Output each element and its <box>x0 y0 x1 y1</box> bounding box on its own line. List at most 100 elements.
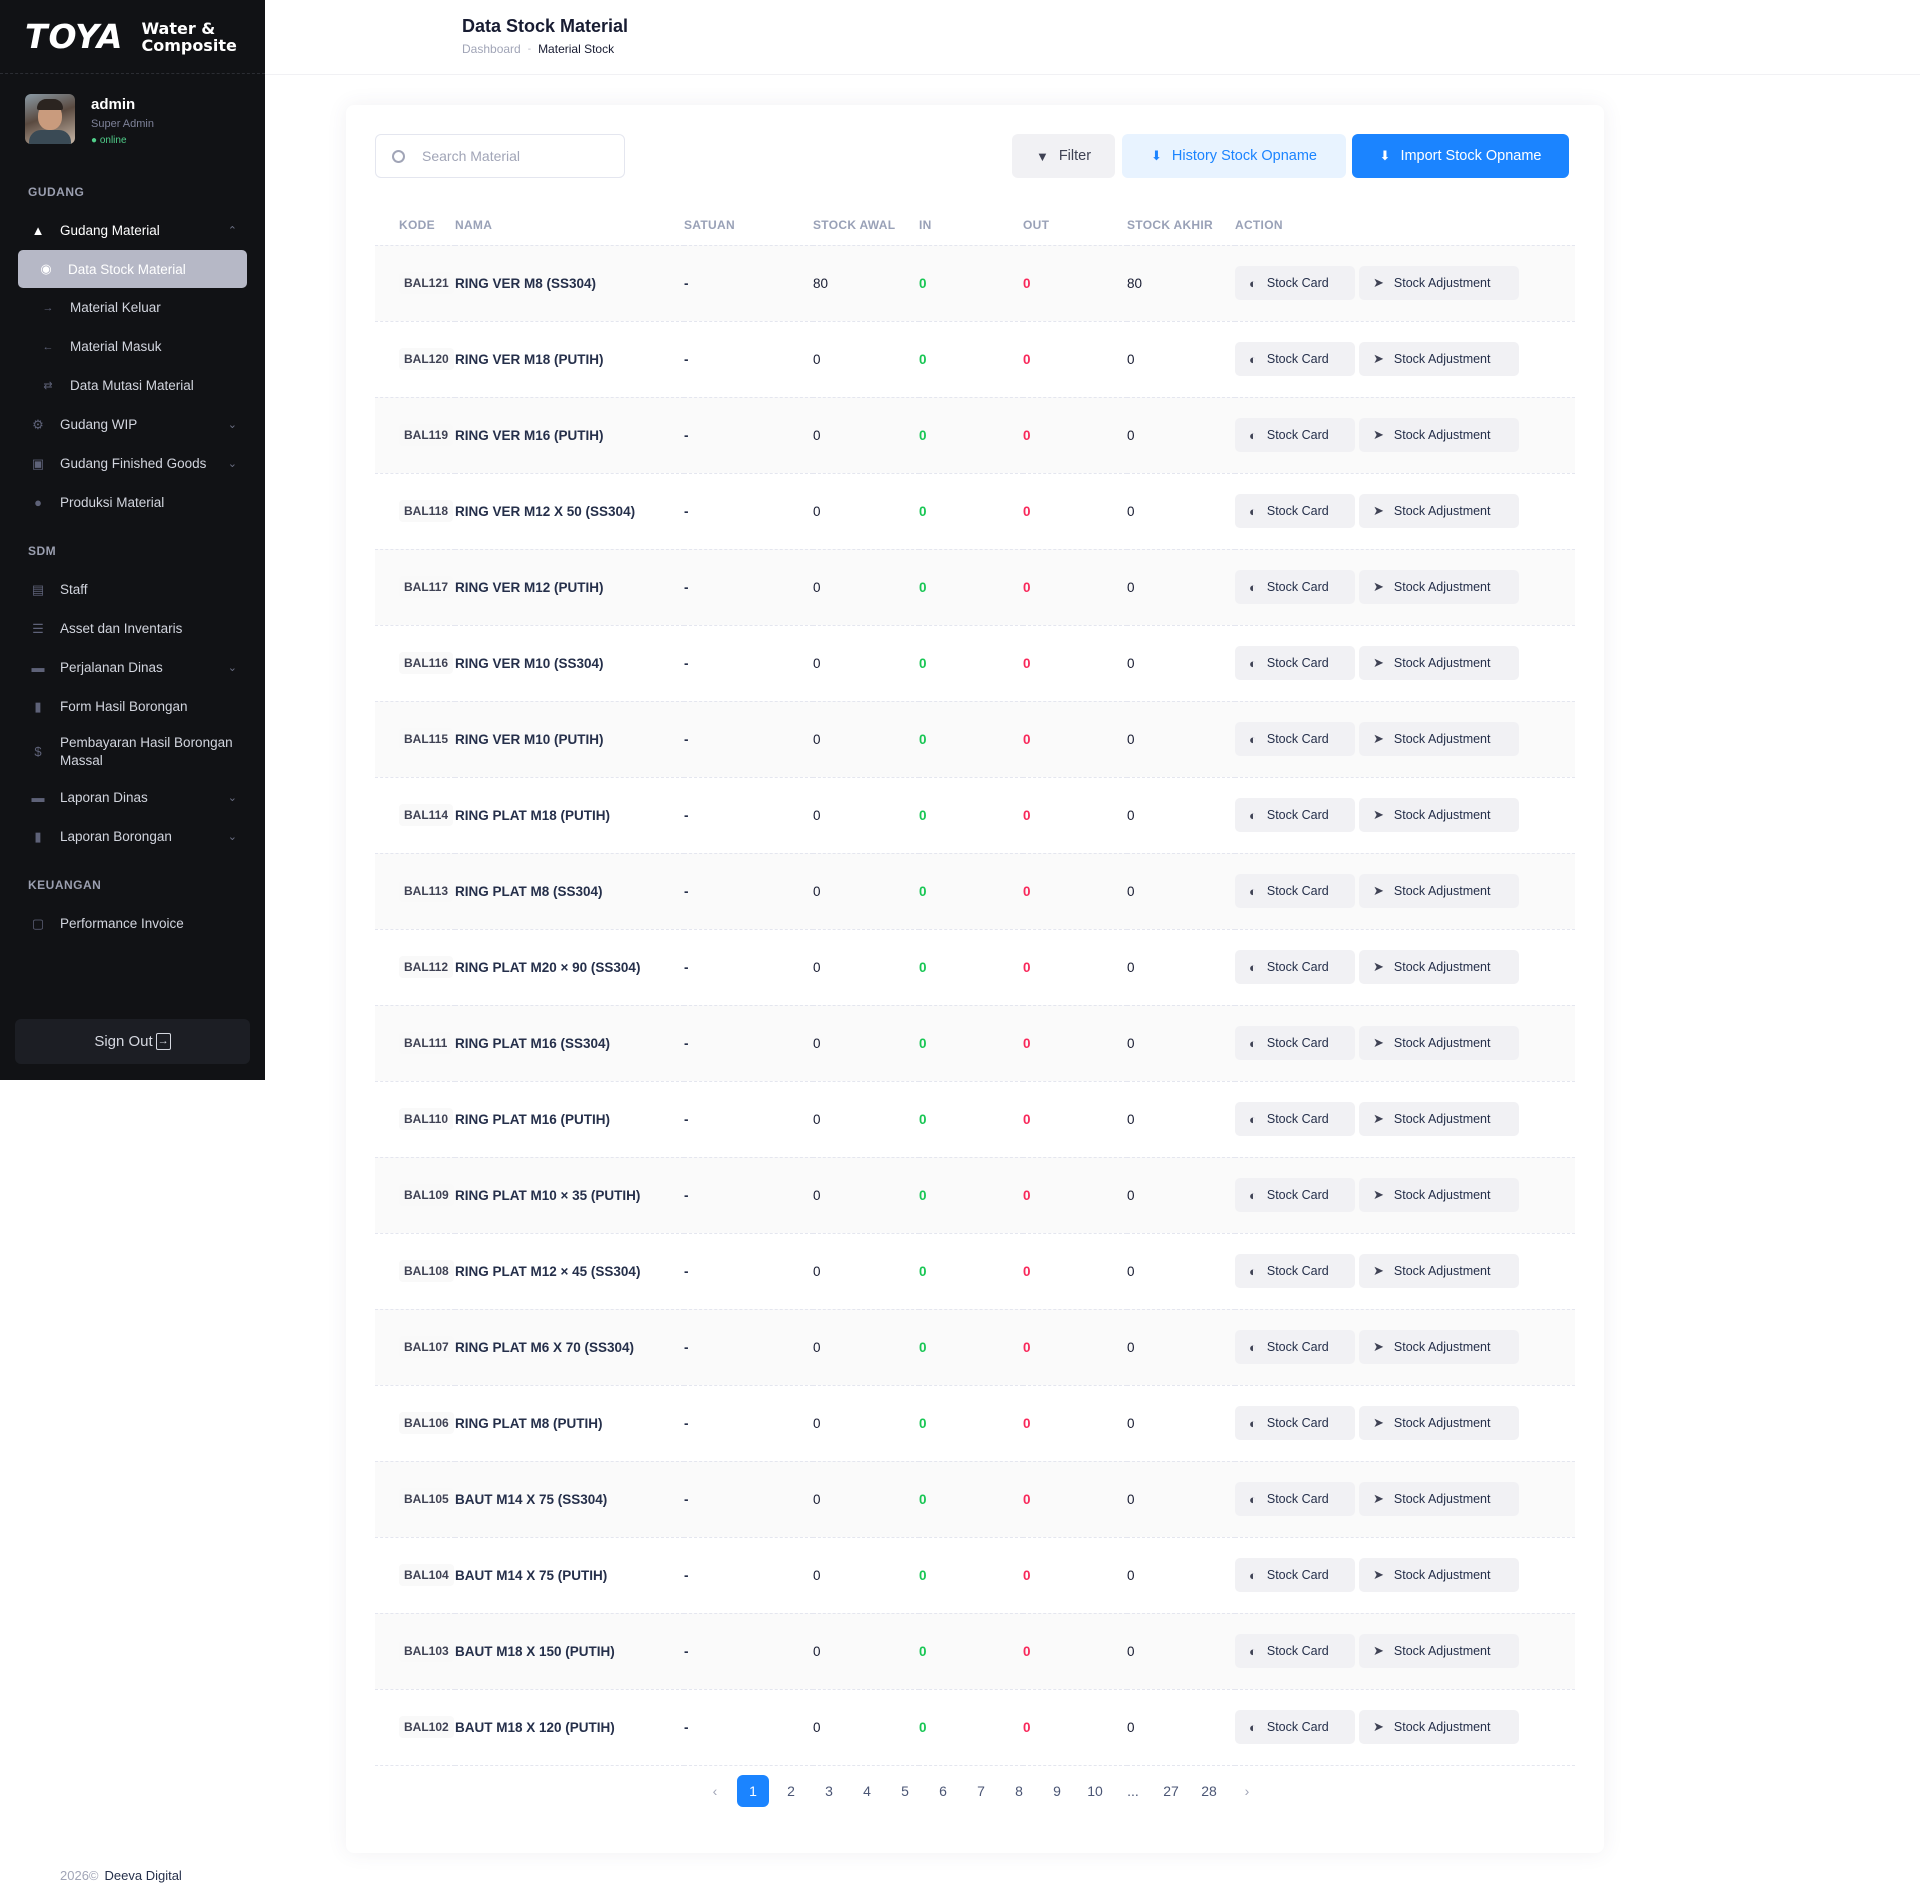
stock-card-button[interactable]: ◐ Stock Card <box>1235 418 1355 452</box>
pagination-page[interactable]: 5 <box>889 1775 921 1807</box>
column-header-in[interactable]: IN <box>919 205 1023 246</box>
stock-adjustment-button[interactable]: ➤ Stock Adjustment <box>1359 1482 1519 1516</box>
brand-logo[interactable]: TOYA Water & Composite <box>0 0 265 74</box>
sidebar-item-staff[interactable]: ▤ Staff <box>0 570 265 609</box>
cell-kode: BAL113 <box>375 853 455 930</box>
cell-kode: BAL117 <box>375 549 455 626</box>
stock-card-button[interactable]: ◐ Stock Card <box>1235 1178 1355 1212</box>
sidebar-item-pembayaran-hasil-borongan-massal[interactable]: $ Pembayaran Hasil Borongan Massal <box>0 726 265 778</box>
stock-card-button[interactable]: ◐ Stock Card <box>1235 874 1355 908</box>
sidebar-item-gudang-wip[interactable]: ⚙ Gudang WIP ⌄ <box>0 405 265 444</box>
sidebar-item-produksi-material[interactable]: ● Produksi Material <box>0 483 265 522</box>
cell-in: 0 <box>919 1385 1023 1462</box>
search-input[interactable] <box>422 148 612 164</box>
footer-company[interactable]: Deeva Digital <box>105 1868 182 1883</box>
pagination-prev-button[interactable]: ‹ <box>699 1775 731 1807</box>
sign-out-button[interactable]: Sign Out → <box>15 1019 250 1064</box>
stock-adjustment-button[interactable]: ➤ Stock Adjustment <box>1359 646 1519 680</box>
sidebar-item-performance-invoice[interactable]: ▢ Performance Invoice <box>0 904 265 943</box>
column-header-nama[interactable]: NAMA <box>455 205 684 246</box>
avatar[interactable] <box>25 94 75 144</box>
stock-adjustment-button[interactable]: ➤ Stock Adjustment <box>1359 874 1519 908</box>
stock-adjustment-button[interactable]: ➤ Stock Adjustment <box>1359 1102 1519 1136</box>
cell-stock-akhir: 0 <box>1127 1005 1235 1082</box>
cell-satuan: - <box>684 473 813 550</box>
sidebar-item-gudang-material[interactable]: ▲ Gudang Material ⌃ <box>0 211 265 250</box>
stock-card-button[interactable]: ◐ Stock Card <box>1235 342 1355 376</box>
stock-adjustment-label: Stock Adjustment <box>1393 1264 1491 1278</box>
column-header-stock-awal[interactable]: STOCK AWAL <box>813 205 919 246</box>
pagination-page[interactable]: 3 <box>813 1775 845 1807</box>
filter-button[interactable]: ▼ Filter <box>1012 134 1115 178</box>
import-stock-opname-button[interactable]: ⬇ Import Stock Opname <box>1352 134 1569 178</box>
cell-satuan: - <box>684 701 813 778</box>
stock-adjustment-button[interactable]: ➤ Stock Adjustment <box>1359 1558 1519 1592</box>
stock-card-button[interactable]: ◐ Stock Card <box>1235 1026 1355 1060</box>
stock-card-button[interactable]: ◐ Stock Card <box>1235 722 1355 756</box>
sidebar-item-laporan-dinas[interactable]: ▬ Laporan Dinas ⌄ <box>0 778 265 817</box>
stock-adjustment-button[interactable]: ➤ Stock Adjustment <box>1359 950 1519 984</box>
sidebar-item-perjalanan-dinas[interactable]: ▬ Perjalanan Dinas ⌄ <box>0 648 265 687</box>
stock-card-button[interactable]: ◐ Stock Card <box>1235 798 1355 832</box>
sidebar-item-data-mutasi-material[interactable]: ⇄ Data Mutasi Material <box>0 366 265 405</box>
stock-card-button[interactable]: ◐ Stock Card <box>1235 1558 1355 1592</box>
stock-adjustment-button[interactable]: ➤ Stock Adjustment <box>1359 1406 1519 1440</box>
stock-adjustment-button[interactable]: ➤ Stock Adjustment <box>1359 266 1519 300</box>
stock-card-button[interactable]: ◐ Stock Card <box>1235 646 1355 680</box>
stock-card-button[interactable]: ◐ Stock Card <box>1235 1254 1355 1288</box>
sidebar-item-laporan-borongan[interactable]: ▮ Laporan Borongan ⌄ <box>0 817 265 856</box>
pagination-next-button[interactable]: › <box>1231 1775 1263 1807</box>
stock-card-button[interactable]: ◐ Stock Card <box>1235 1102 1355 1136</box>
pagination-page[interactable]: 7 <box>965 1775 997 1807</box>
stock-card-button[interactable]: ◐ Stock Card <box>1235 266 1355 300</box>
stock-adjustment-button[interactable]: ➤ Stock Adjustment <box>1359 494 1519 528</box>
cell-in: 0 <box>919 701 1023 778</box>
stock-card-button[interactable]: ◐ Stock Card <box>1235 950 1355 984</box>
pagination-page[interactable]: 27 <box>1155 1775 1187 1807</box>
pagination-page[interactable]: 28 <box>1193 1775 1225 1807</box>
stock-adjustment-button[interactable]: ➤ Stock Adjustment <box>1359 570 1519 604</box>
stock-card-button[interactable]: ◐ Stock Card <box>1235 1330 1355 1364</box>
stock-adjustment-button[interactable]: ➤ Stock Adjustment <box>1359 1634 1519 1668</box>
stock-card-button[interactable]: ◐ Stock Card <box>1235 494 1355 528</box>
stock-card-button[interactable]: ◐ Stock Card <box>1235 1482 1355 1516</box>
sidebar-item-material-masuk[interactable]: ← Material Masuk <box>0 327 265 366</box>
stock-adjustment-button[interactable]: ➤ Stock Adjustment <box>1359 342 1519 376</box>
pagination-page[interactable]: 4 <box>851 1775 883 1807</box>
column-header-satuan[interactable]: SATUAN <box>684 205 813 246</box>
sidebar-item-form-hasil-borongan[interactable]: ▮ Form Hasil Borongan <box>0 687 265 726</box>
stock-adjustment-button[interactable]: ➤ Stock Adjustment <box>1359 722 1519 756</box>
stock-card-button[interactable]: ◐ Stock Card <box>1235 1710 1355 1744</box>
sidebar-item-gudang-finished-goods[interactable]: ▣ Gudang Finished Goods ⌄ <box>0 444 265 483</box>
stock-adjustment-button[interactable]: ➤ Stock Adjustment <box>1359 418 1519 452</box>
stock-adjustment-button[interactable]: ➤ Stock Adjustment <box>1359 1710 1519 1744</box>
stock-adjustment-button[interactable]: ➤ Stock Adjustment <box>1359 1330 1519 1364</box>
stock-adjustment-label: Stock Adjustment <box>1393 1492 1491 1506</box>
search-box[interactable] <box>375 134 625 178</box>
history-stock-opname-button[interactable]: ⬇ History Stock Opname <box>1122 134 1346 178</box>
stock-adjustment-button[interactable]: ➤ Stock Adjustment <box>1359 1254 1519 1288</box>
sidebar-item-data-stock-material[interactable]: ◉ Data Stock Material <box>18 250 247 288</box>
sidebar-item-asset-dan-inventaris[interactable]: ☰ Asset dan Inventaris <box>0 609 265 648</box>
stock-adjustment-button[interactable]: ➤ Stock Adjustment <box>1359 1178 1519 1212</box>
pagination-page[interactable]: 9 <box>1041 1775 1073 1807</box>
stock-card-button[interactable]: ◐ Stock Card <box>1235 1406 1355 1440</box>
cell-action: ◐ Stock Card ➤ Stock Adjustment <box>1235 473 1575 550</box>
pagination-page[interactable]: 6 <box>927 1775 959 1807</box>
column-header-out[interactable]: OUT <box>1023 205 1127 246</box>
pagination-page[interactable]: 2 <box>775 1775 807 1807</box>
stock-adjustment-button[interactable]: ➤ Stock Adjustment <box>1359 1026 1519 1060</box>
stock-card-button[interactable]: ◐ Stock Card <box>1235 570 1355 604</box>
breadcrumb-dashboard[interactable]: Dashboard <box>462 42 521 56</box>
pagination-page[interactable]: ... <box>1117 1775 1149 1807</box>
column-header-stock-akhir[interactable]: STOCK AKHIR <box>1127 205 1235 246</box>
sidebar-item-material-keluar[interactable]: → Material Keluar <box>0 288 265 327</box>
cell-out: 0 <box>1023 1613 1127 1690</box>
pagination-page[interactable]: 8 <box>1003 1775 1035 1807</box>
brand-subtitle-line2: Composite <box>141 35 237 55</box>
column-header-kode[interactable]: KODE <box>375 205 455 246</box>
stock-adjustment-button[interactable]: ➤ Stock Adjustment <box>1359 798 1519 832</box>
pagination-page[interactable]: 10 <box>1079 1775 1111 1807</box>
pagination-page[interactable]: 1 <box>737 1775 769 1807</box>
stock-card-button[interactable]: ◐ Stock Card <box>1235 1634 1355 1668</box>
